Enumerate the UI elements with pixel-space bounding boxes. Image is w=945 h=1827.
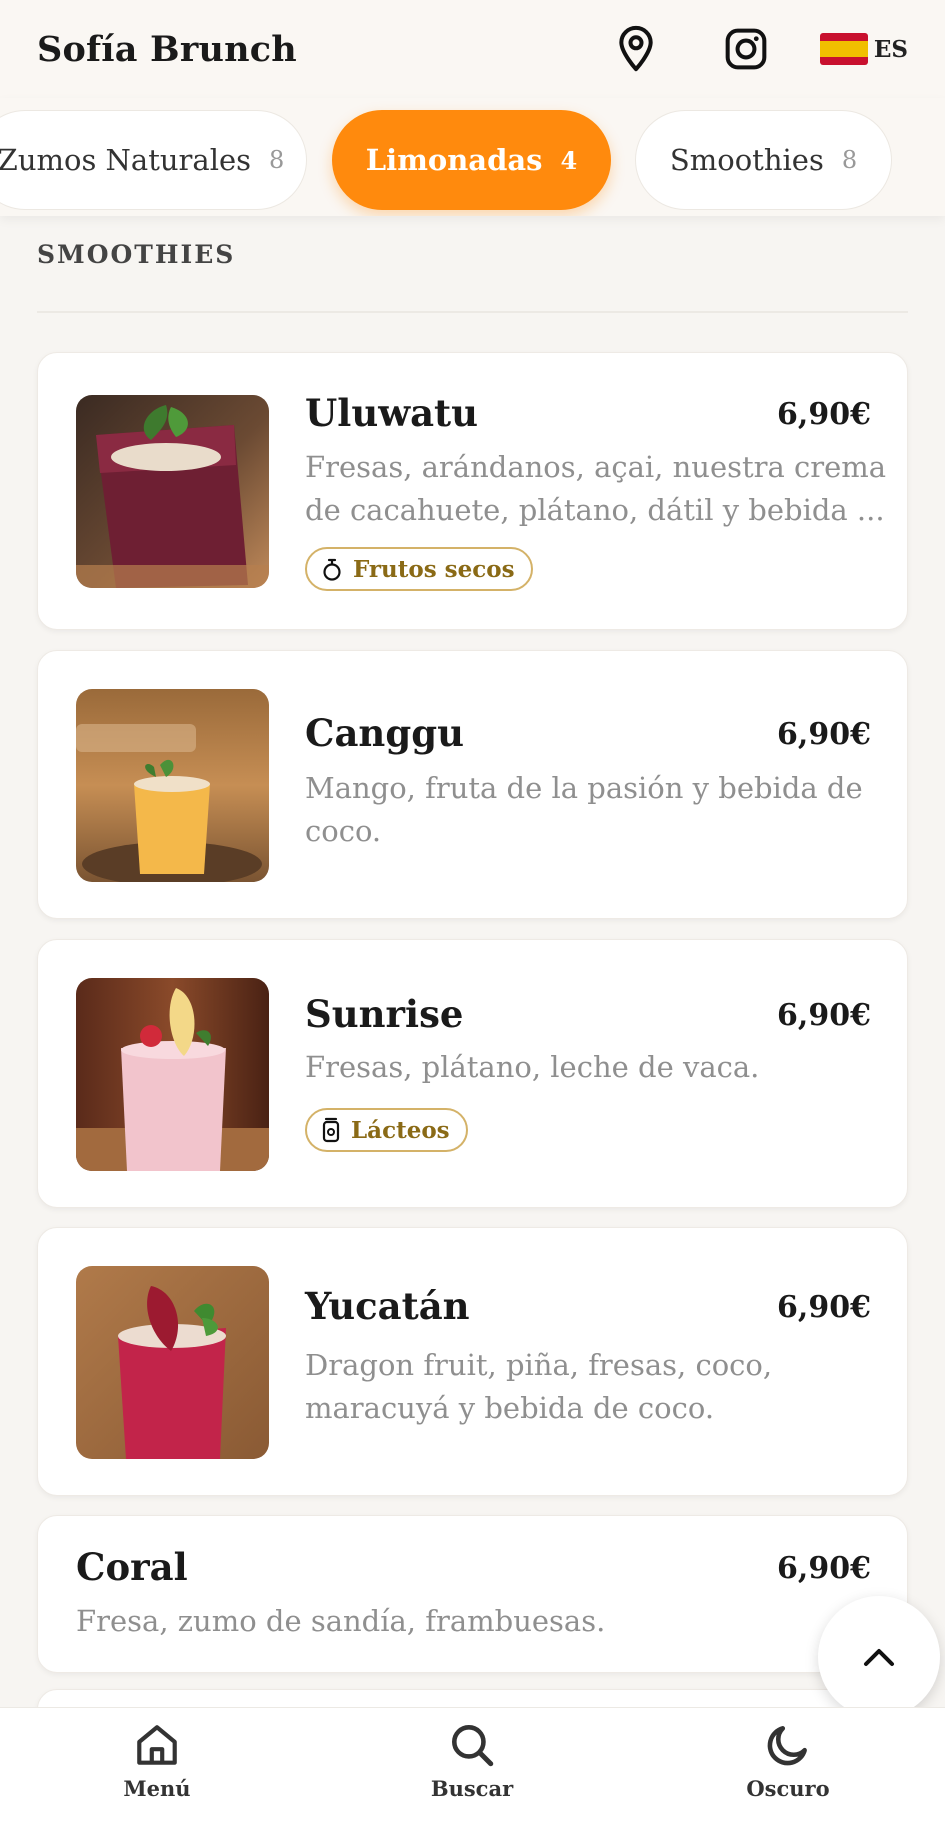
category-tabs: Zumos Naturales 8 Limonadas 4 Smoothies 8	[0, 98, 945, 216]
search-icon	[452, 1725, 494, 1767]
description-line: maracuyá y bebida de coco.	[305, 1391, 715, 1425]
product-image	[76, 395, 269, 588]
item-description: Mango, fruta de la pasión y bebida de co…	[305, 767, 863, 853]
item-name: Yucatán	[305, 1284, 470, 1328]
item-description: Fresas, arándanos, açai, nuestra crema d…	[305, 446, 886, 532]
nut-icon	[323, 558, 341, 581]
description-line: de cacahuete, plátano, dátil y bebida ..…	[305, 493, 885, 527]
section-title: SMOOTHIES	[37, 240, 236, 269]
item-description: Dragon fruit, piña, fresas, coco, maracu…	[305, 1344, 772, 1430]
item-price: 6,90€	[777, 717, 871, 752]
moon-icon	[767, 1726, 807, 1766]
bottom-navigation: Menú Buscar Oscuro	[0, 1707, 945, 1827]
section-divider	[37, 311, 908, 313]
chevron-up-icon	[864, 1649, 894, 1666]
language-code: ES	[873, 35, 908, 63]
spain-flag-icon	[819, 33, 868, 65]
item-name: Coral	[76, 1545, 188, 1589]
nav-search[interactable]: Buscar	[392, 1720, 552, 1801]
item-description: Fresa, zumo de sandía, frambuesas.	[76, 1600, 605, 1643]
nav-label: Buscar	[430, 1776, 514, 1801]
nav-label: Menú	[123, 1776, 191, 1801]
description-line: Fresas, arándanos, açai, nuestra crema	[305, 450, 887, 484]
tab-smoothies[interactable]: Smoothies 8	[635, 110, 892, 210]
badge-label: Lácteos	[351, 1116, 450, 1144]
menu-item-card[interactable]: Yucatán 6,90€ Dragon fruit, piña, fresas…	[37, 1227, 908, 1496]
instagram-icon[interactable]	[722, 25, 770, 73]
tab-count: 8	[269, 146, 285, 174]
item-price: 6,90€	[777, 397, 871, 432]
app-header: Sofía Brunch ES	[0, 0, 945, 98]
product-image	[76, 978, 269, 1171]
tab-zumos-naturales[interactable]: Zumos Naturales 8	[0, 110, 307, 210]
item-price: 6,90€	[777, 1290, 871, 1325]
nav-dark-mode[interactable]: Oscuro	[708, 1720, 868, 1801]
product-image	[76, 1266, 269, 1459]
product-image	[76, 689, 269, 882]
item-name: Uluwatu	[305, 391, 479, 435]
description-line: Dragon fruit, piña, fresas, coco,	[305, 1348, 773, 1382]
menu-item-card[interactable]: Canggu 6,90€ Mango, fruta de la pasión y…	[37, 650, 908, 919]
item-price: 6,90€	[777, 998, 871, 1033]
menu-item-card[interactable]: Sunrise 6,90€ Fresas, plátano, leche de …	[37, 939, 908, 1208]
item-name: Sunrise	[305, 992, 464, 1036]
language-selector[interactable]: ES	[819, 33, 908, 65]
tab-count: 4	[560, 145, 578, 175]
item-name: Canggu	[305, 711, 464, 755]
description-line: Fresa, zumo de sandía, frambuesas.	[76, 1604, 606, 1638]
scroll-to-top-button[interactable]	[818, 1596, 940, 1718]
tab-label: Zumos Naturales	[0, 143, 252, 177]
home-icon	[137, 1725, 177, 1765]
brand-title[interactable]: Sofía Brunch	[37, 29, 297, 70]
description-line: Fresas, plátano, leche de vaca.	[305, 1050, 760, 1084]
tab-label: Smoothies	[669, 143, 824, 177]
nav-label: Oscuro	[746, 1776, 830, 1801]
item-description: Fresas, plátano, leche de vaca.	[305, 1046, 759, 1089]
allergen-badge: Lácteos	[305, 1108, 468, 1152]
location-pin-icon[interactable]	[612, 25, 660, 73]
nav-menu[interactable]: Menú	[77, 1720, 237, 1801]
menu-item-card[interactable]: Coral 6,90€ Fresa, zumo de sandía, framb…	[37, 1515, 908, 1673]
milk-icon	[322, 1117, 340, 1143]
header-actions: ES	[612, 25, 908, 73]
menu-item-card[interactable]: Uluwatu 6,90€ Fresas, arándanos, açai, n…	[37, 352, 908, 630]
allergen-badge: Frutos secos	[305, 547, 533, 591]
item-price: 6,90€	[777, 1551, 871, 1586]
tab-count: 8	[841, 146, 858, 174]
description-line: coco.	[305, 814, 382, 848]
tab-limonadas[interactable]: Limonadas 4	[332, 110, 611, 210]
description-line: Mango, fruta de la pasión y bebida de	[305, 771, 863, 805]
tab-label: Limonadas	[365, 143, 543, 177]
badge-label: Frutos secos	[353, 555, 515, 583]
